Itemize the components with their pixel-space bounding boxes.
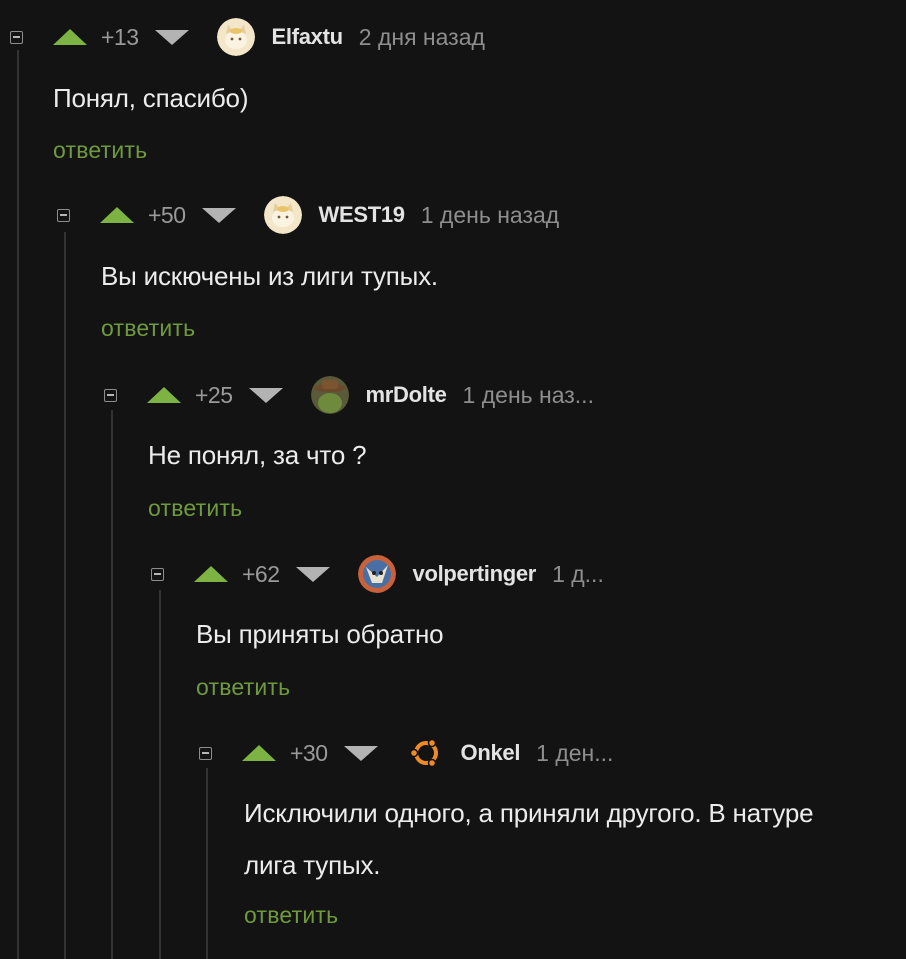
downvote-arrow-icon[interactable] [201,207,236,223]
comment-author-link[interactable]: Onkel [461,740,521,766]
comment-text: Вы приняты обратно [196,608,444,660]
thread-line-level-4 [159,590,161,959]
collapse-toggle-button[interactable] [151,567,164,581]
cowboy-avatar-icon[interactable] [310,376,349,414]
upvote-arrow-icon[interactable] [242,745,276,761]
upvote-arrow-icon[interactable] [100,207,134,223]
comment-author-link[interactable]: mrDolte [366,382,447,408]
upvote-arrow-icon[interactable] [147,387,181,403]
thread-line-level-2 [64,232,66,959]
comment-text-line: Вы искючены из лиги тупых. [101,261,438,291]
thread-line-level-5 [206,768,208,959]
comment-timestamp: 1 д... [552,560,604,587]
comment-timestamp: 2 дня назад [358,23,485,50]
comment-header: +30 Onkel 1 ден... [199,733,613,773]
comment-timestamp: 1 день наз... [462,381,594,408]
creature-avatar-icon[interactable] [357,555,396,593]
collapse-toggle-button[interactable] [104,388,117,402]
comment-header: +13 Elfaxtu 2 дня назад [10,17,485,57]
comment-text-line: Вы приняты обратно [196,619,444,649]
thread-line-level-3 [111,410,113,959]
comment-text: Исключили одного, а приняли другого. В н… [244,787,814,891]
comment-text-line: Понял, спасибо) [53,83,249,113]
cat-avatar-icon[interactable] [216,18,255,56]
reply-link[interactable]: ответить [101,315,195,342]
cat-avatar-icon[interactable] [263,196,302,234]
reply-link[interactable]: ответить [148,495,242,522]
reply-link[interactable]: ответить [244,902,338,929]
upvote-arrow-icon[interactable] [194,566,228,582]
comment-rating: +62 [242,560,280,587]
comment-text-line: Исключили одного, а приняли другого. В н… [244,798,814,828]
reply-link[interactable]: ответить [196,674,290,701]
comment-text: Вы искючены из лиги тупых. [101,250,438,302]
comment-rating: +13 [101,23,139,50]
comment-rating: +30 [290,739,328,766]
comment-text: Понял, спасибо) [53,72,248,124]
collapse-toggle-button[interactable] [57,208,70,222]
collapse-toggle-button[interactable] [10,30,23,44]
comment-author-link[interactable]: Elfaxtu [272,24,344,50]
downvote-arrow-icon[interactable] [248,387,283,403]
downvote-arrow-icon[interactable] [343,745,378,761]
comment-author-link[interactable]: WEST19 [319,202,406,228]
upvote-arrow-icon[interactable] [53,29,87,45]
ubuntu-logo-avatar-icon[interactable] [405,734,444,772]
comment-rating: +50 [148,201,186,228]
comment-header: +50 WEST19 1 день назад [57,195,559,235]
comment-timestamp: 1 ден... [536,739,614,766]
comment-author-link[interactable]: volpertinger [413,561,537,587]
downvote-arrow-icon[interactable] [295,566,330,582]
thread-line-level-1 [17,50,19,959]
downvote-arrow-icon[interactable] [154,29,189,45]
comment-text-line: Не понял, за что ? [148,440,367,470]
comment-text: Не понял, за что ? [148,429,367,481]
comment-text-line: лига тупых. [244,850,381,880]
collapse-toggle-button[interactable] [199,746,212,760]
comment-header: +62 volpertinger 1 д... [151,554,604,594]
comment-timestamp: 1 день назад [420,201,560,228]
comment-rating: +25 [195,381,233,408]
reply-link[interactable]: ответить [53,137,147,164]
comment-header: +25 mrDolte 1 день наз... [104,375,594,415]
